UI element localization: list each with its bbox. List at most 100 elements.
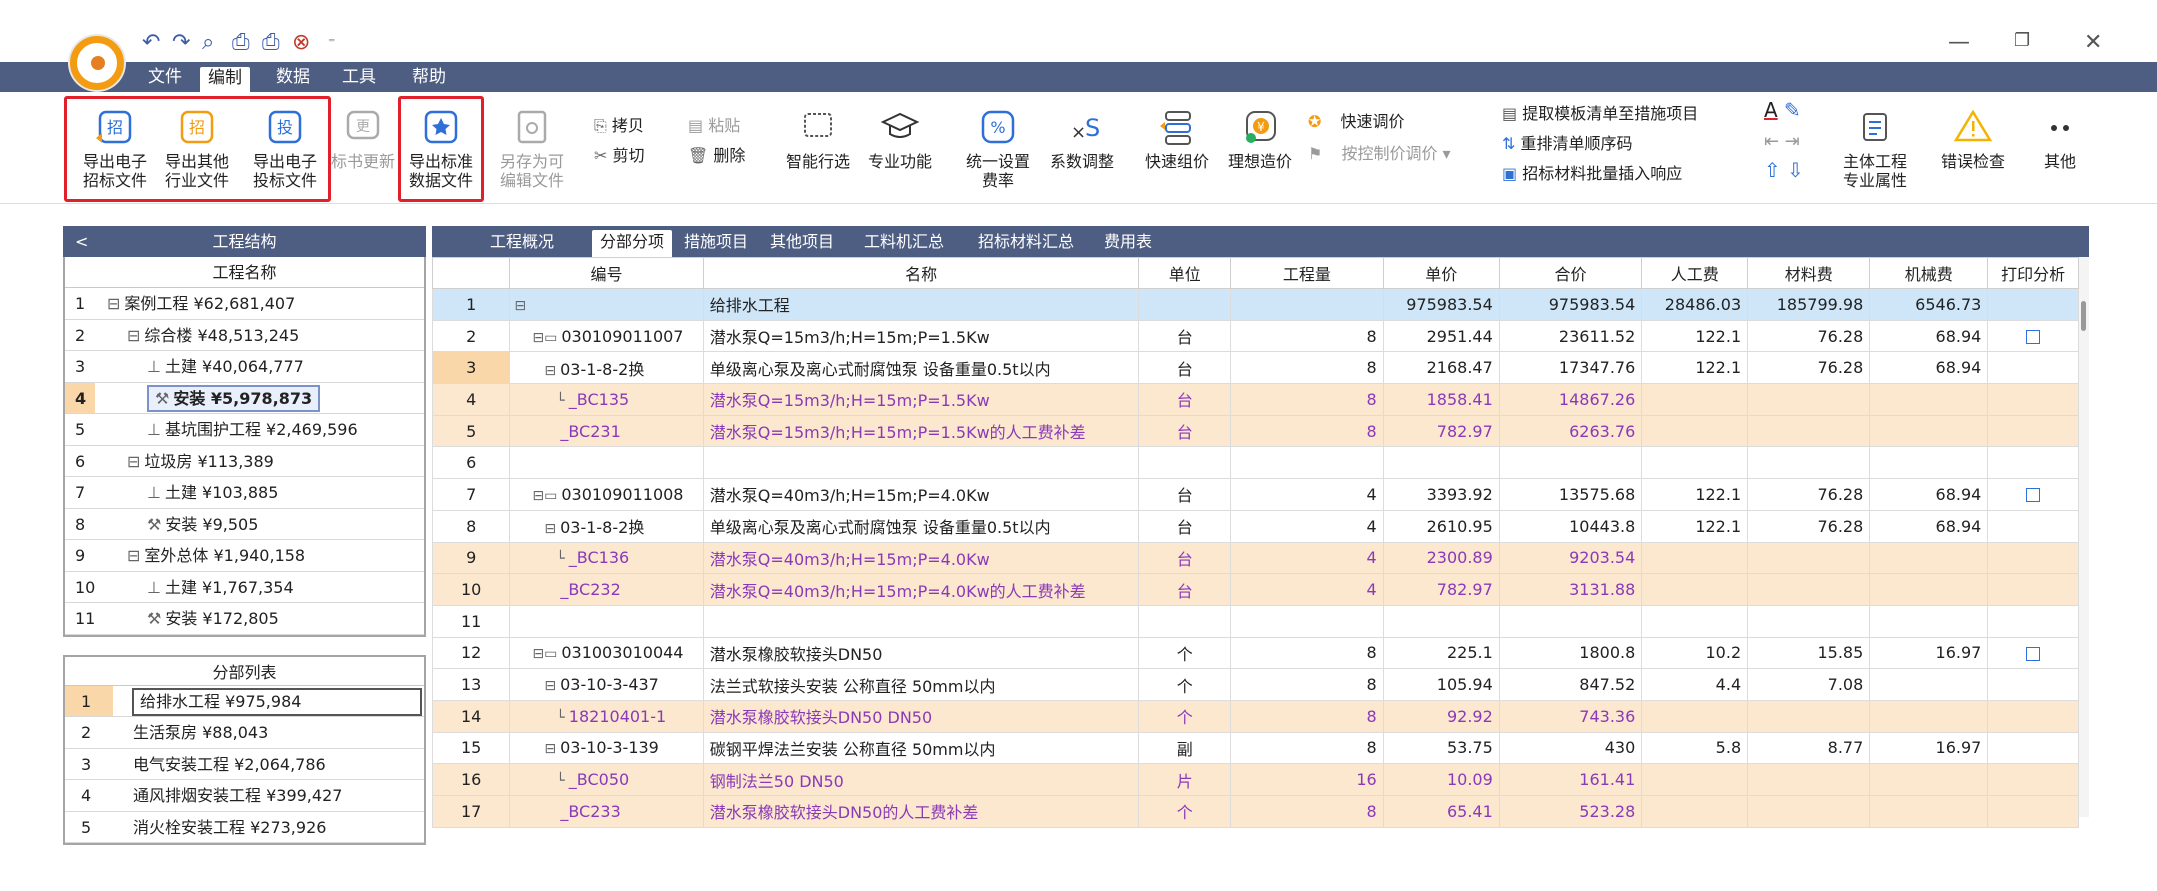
cell-print-analysis[interactable] <box>1987 604 2079 638</box>
cell-name[interactable]: 潜水泵Q=15m3/h;H=15m;P=1.5Kw <box>702 383 1140 416</box>
cell-price[interactable]: 3393.92 <box>1382 478 1500 511</box>
smart-select-button[interactable]: 智能行选 <box>782 106 854 171</box>
tree-toggle-icon[interactable]: ⊟▭ <box>532 488 557 504</box>
cell-qty[interactable]: 8 <box>1230 636 1384 670</box>
cell-qty[interactable]: 8 <box>1230 699 1384 733</box>
tree-toggle-icon[interactable]: ⊟ <box>544 678 556 694</box>
cell-qty[interactable]: 8 <box>1230 668 1384 701</box>
cell-code[interactable]: ⊟ 03-10-3-437 <box>509 668 704 701</box>
customize-toolbar-icon[interactable]: ⁼ <box>328 32 335 54</box>
cell-qty[interactable] <box>1230 446 1384 480</box>
cell-labor[interactable] <box>1641 541 1749 575</box>
table-row[interactable]: 17 _BC233 潜水泵橡胶软接头DN50的人工费补差个 8 65.41 523.28 <box>431 795 2079 828</box>
cell-material[interactable] <box>1747 573 1871 606</box>
table-row[interactable]: 6 <box>431 446 2079 480</box>
cell-material[interactable] <box>1747 414 1871 448</box>
row-index[interactable]: 15 <box>431 731 511 765</box>
quick-adjust-button[interactable]: ✪ 快速调价 <box>1308 112 1405 132</box>
cell-price[interactable]: 782.97 <box>1382 414 1500 448</box>
cell-total[interactable]: 6263.76 <box>1498 414 1643 448</box>
collapse-icon[interactable]: ⊟ <box>127 452 140 471</box>
cell-name[interactable]: 潜水泵Q=15m3/h;H=15m;P=1.5Kw的人工费补差 <box>702 414 1140 448</box>
row-index[interactable]: 5 <box>431 414 511 448</box>
cell-machine[interactable] <box>1869 668 1989 701</box>
tree-item[interactable]: 1 ⊟ 案例工程 ¥62,681,407 <box>65 288 424 320</box>
cell-code[interactable]: ⊟▭ 030109011007 <box>509 319 704 353</box>
collapse-icon[interactable]: ⊟ <box>127 326 140 345</box>
cell-unit[interactable]: 台 <box>1138 351 1232 385</box>
row-index[interactable]: 6 <box>431 446 511 480</box>
cell-material[interactable] <box>1747 763 1871 796</box>
cell-total[interactable]: 975983.54 <box>1498 288 1643 321</box>
table-row[interactable]: 13 ⊟ 03-10-3-437 法兰式软接头安装 公称直径 50mm以内个 8 105.… <box>431 668 2079 701</box>
tree-toggle-icon[interactable]: ⊟ <box>514 298 526 314</box>
column-header[interactable]: 编号 <box>509 257 704 289</box>
division-item[interactable]: 4 通风排烟安装工程 ¥399,427 <box>65 780 424 812</box>
cell-qty[interactable]: 4 <box>1230 541 1384 575</box>
menu-data[interactable]: 数据 <box>268 66 318 88</box>
cell-unit[interactable]: 台 <box>1138 541 1232 575</box>
cell-unit[interactable]: 台 <box>1138 414 1232 448</box>
search-icon[interactable]: ⌕ <box>202 32 214 54</box>
cell-price[interactable]: 65.41 <box>1382 795 1500 828</box>
cell-material[interactable] <box>1747 446 1871 480</box>
cell-code[interactable]: _BC231 <box>509 414 704 448</box>
collapse-icon[interactable]: ⊟ <box>107 294 120 313</box>
cell-total[interactable]: 847.52 <box>1498 668 1643 701</box>
cell-labor[interactable] <box>1641 383 1749 416</box>
cell-machine[interactable] <box>1869 763 1989 796</box>
cell-code[interactable]: ⊟ 03-1-8-2换 <box>509 351 704 385</box>
cell-labor[interactable] <box>1641 604 1749 638</box>
column-header[interactable]: 材料费 <box>1747 257 1871 289</box>
cell-price[interactable]: 10.09 <box>1382 763 1500 796</box>
tree-item[interactable]: 2 ⊟ 综合楼 ¥48,513,245 <box>65 320 424 351</box>
tree-item[interactable]: 10 ⊥ 土建 ¥1,767,354 <box>65 572 424 603</box>
division-item[interactable]: 1 给排水工程 ¥975,984 <box>65 685 424 717</box>
undo-icon[interactable]: ↶ <box>142 32 160 54</box>
tree-item[interactable]: 6 ⊟ 垃圾房 ¥113,389 <box>65 446 424 477</box>
row-index[interactable]: 7 <box>431 478 511 511</box>
cell-print-analysis[interactable] <box>1987 731 2079 765</box>
menu-help[interactable]: 帮助 <box>404 66 454 88</box>
cell-name[interactable]: 潜水泵橡胶软接头DN50 DN50 <box>702 699 1140 733</box>
tab-4[interactable]: 其他项目 <box>762 230 842 253</box>
row-index[interactable]: 2 <box>431 319 511 353</box>
vertical-scrollbar[interactable] <box>2079 257 2089 817</box>
paste-button[interactable]: ▤ 粘贴 <box>688 116 740 136</box>
cell-total[interactable]: 3131.88 <box>1498 573 1643 606</box>
table-row[interactable]: 8 ⊟ 03-1-8-2换 单级离心泵及离心式耐腐蚀泵 设备重量0.5t以内台 4 261… <box>431 509 2079 543</box>
cell-material[interactable] <box>1747 383 1871 416</box>
cell-total[interactable]: 1800.8 <box>1498 636 1643 670</box>
cell-unit[interactable]: 台 <box>1138 573 1232 606</box>
cell-machine[interactable] <box>1869 795 1989 828</box>
bid-update-button[interactable]: 更 标书更新 <box>330 106 396 171</box>
table-row[interactable]: 9 └ _BC136 潜水泵Q=40m3/h;H=15m;P=4.0Kw 台 4 2300.… <box>431 541 2079 575</box>
specialty-function-button[interactable]: 专业功能 <box>864 106 936 171</box>
cell-code[interactable]: _BC232 <box>509 573 704 606</box>
tree-item[interactable]: 5 ⊥ 基坑围护工程 ¥2,469,596 <box>65 414 424 446</box>
cell-machine[interactable]: 16.97 <box>1869 636 1989 670</box>
cell-code[interactable]: ⊟▭ 031003010044 <box>509 636 704 670</box>
table-row[interactable]: 1 ⊟ 给排水工程 975983.54 975983.54 28486.03 185799.… <box>431 288 2079 321</box>
cell-print-analysis[interactable] <box>1987 795 2079 828</box>
extract-template-button[interactable]: ▤ 提取模板清单至措施项目 <box>1502 104 1698 124</box>
cell-name[interactable]: 潜水泵Q=40m3/h;H=15m;P=4.0Kw <box>702 541 1140 575</box>
cell-qty[interactable]: 8 <box>1230 414 1384 448</box>
app-logo-icon[interactable] <box>70 36 124 90</box>
cell-print-analysis[interactable] <box>1987 446 2079 480</box>
cell-material[interactable]: 76.28 <box>1747 509 1871 543</box>
cell-labor[interactable] <box>1641 763 1749 796</box>
cell-material[interactable]: 8.77 <box>1747 731 1871 765</box>
cell-total[interactable]: 10443.8 <box>1498 509 1643 543</box>
tab-6[interactable]: 招标材料汇总 <box>970 230 1082 253</box>
column-header[interactable]: 工程量 <box>1230 257 1384 289</box>
cell-machine[interactable] <box>1869 414 1989 448</box>
cell-qty[interactable]: 8 <box>1230 795 1384 828</box>
tree-toggle-icon[interactable]: └ <box>556 710 564 726</box>
column-header[interactable]: 单价 <box>1382 257 1500 289</box>
export-other-industry-button[interactable]: 招 导出其他 行业文件 <box>160 106 234 190</box>
cell-unit[interactable]: 台 <box>1138 509 1232 543</box>
cell-name[interactable]: 潜水泵Q=40m3/h;H=15m;P=4.0Kw <box>702 478 1140 511</box>
cell-price[interactable]: 53.75 <box>1382 731 1500 765</box>
cell-material[interactable]: 185799.98 <box>1747 288 1871 321</box>
